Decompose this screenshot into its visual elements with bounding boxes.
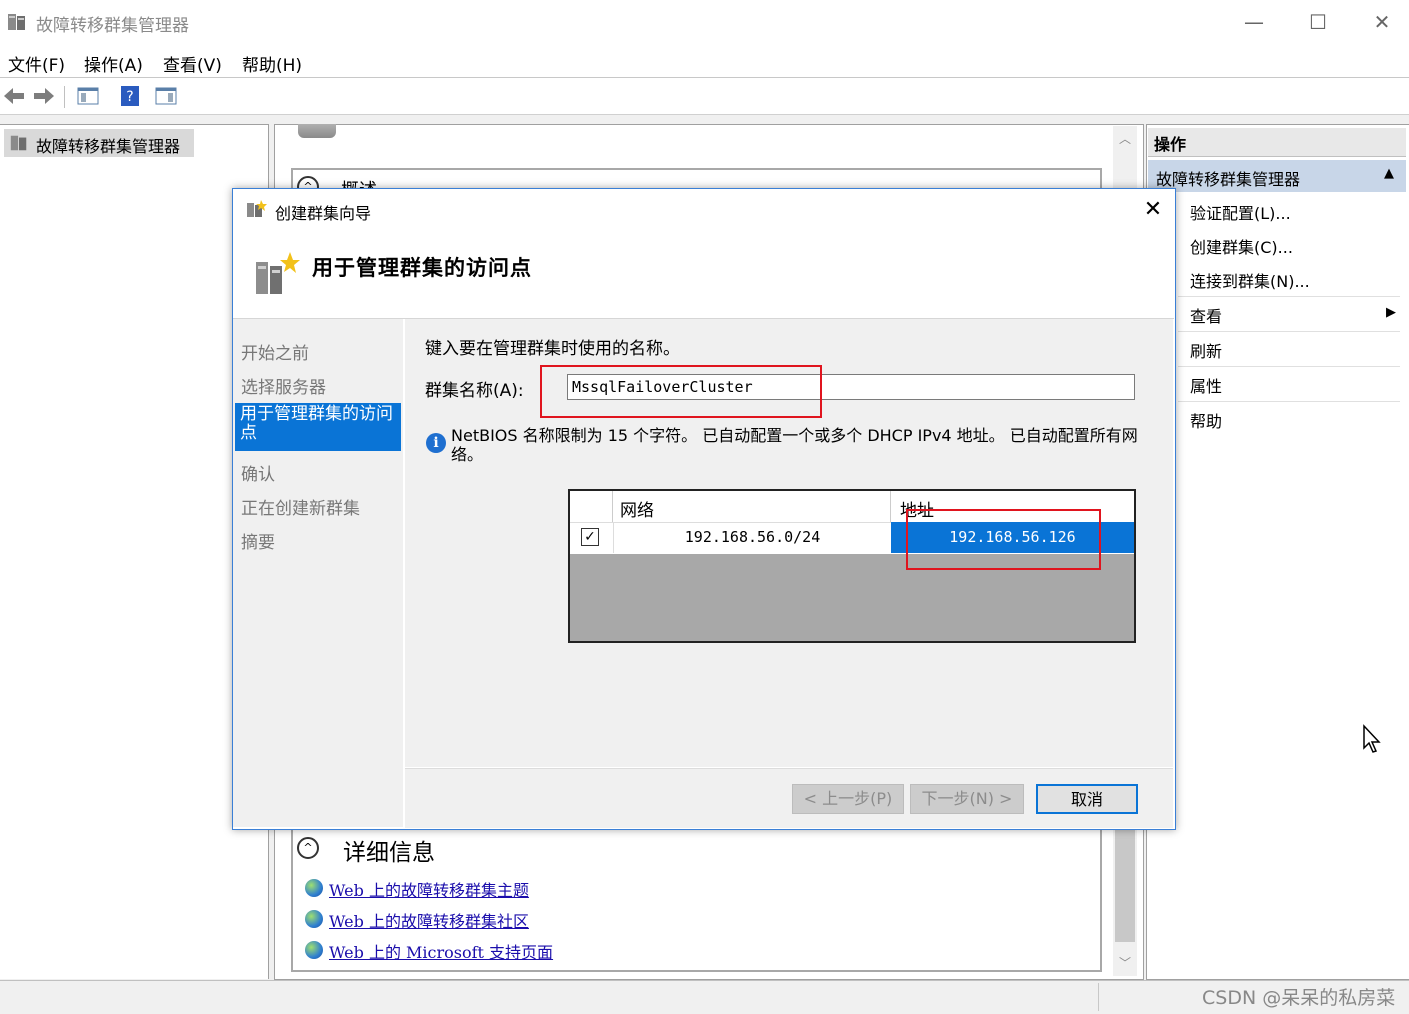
tree-root-node[interactable]: 故障转移群集管理器 bbox=[4, 129, 194, 157]
maximize-button[interactable]: ☐ bbox=[1298, 8, 1338, 36]
info-text: NetBIOS 名称限制为 15 个字符。 已自动配置一个或多个 DHCP IP… bbox=[451, 426, 1138, 464]
action-connect-cluster[interactable]: 连接到群集(N)... bbox=[1190, 268, 1310, 292]
toolbar: ? bbox=[0, 78, 1409, 115]
web-globe-icon bbox=[305, 941, 323, 959]
action-properties[interactable]: 属性 bbox=[1190, 373, 1222, 397]
dialog-close-icon[interactable]: ✕ bbox=[1140, 197, 1166, 223]
collapse-up-icon[interactable]: ▲ bbox=[1384, 166, 1394, 181]
menu-file[interactable]: 文件(F) bbox=[8, 51, 65, 76]
action-create-cluster[interactable]: 创建群集(C)... bbox=[1190, 234, 1293, 258]
menu-help[interactable]: 帮助(H) bbox=[242, 51, 302, 76]
window-title: 故障转移群集管理器 bbox=[36, 16, 189, 36]
action-validate-config[interactable]: 验证配置(L)... bbox=[1190, 200, 1291, 224]
status-divider bbox=[1098, 983, 1099, 1011]
tree-root-label: 故障转移群集管理器 bbox=[36, 137, 181, 156]
submenu-arrow-icon: ▶ bbox=[1386, 305, 1396, 320]
cluster-manager-icon bbox=[10, 135, 27, 151]
step-summary[interactable]: 摘要 bbox=[241, 528, 275, 553]
step-select-servers[interactable]: 选择服务器 bbox=[241, 373, 326, 398]
next-button[interactable]: 下一步(N) > bbox=[910, 784, 1024, 814]
watermark: CSDN @呆呆的私房菜 bbox=[1202, 987, 1396, 1009]
menu-bar: 文件(F) 操作(A) 查看(V) 帮助(H) bbox=[0, 44, 1409, 78]
cluster-name-label: 群集名称(A): bbox=[425, 381, 524, 401]
header-divider bbox=[612, 491, 613, 522]
wizard-icon bbox=[247, 200, 267, 217]
minimize-button[interactable]: — bbox=[1234, 8, 1274, 36]
menu-action[interactable]: 操作(A) bbox=[84, 51, 143, 76]
link-failover-community[interactable]: Web 上的故障转移群集社区 bbox=[329, 908, 529, 932]
tree-pane: 故障转移群集管理器 bbox=[0, 124, 269, 979]
highlight-box-name bbox=[540, 365, 822, 418]
title-bar: 故障转移群集管理器 — ☐ ✕ bbox=[0, 0, 1409, 44]
action-separator bbox=[1178, 296, 1400, 297]
network-cell: 192.168.56.0/24 bbox=[613, 522, 891, 553]
link-failover-topics[interactable]: Web 上的故障转移群集主题 bbox=[329, 877, 529, 901]
action-refresh[interactable]: 刷新 bbox=[1190, 338, 1222, 362]
web-globe-icon bbox=[305, 910, 323, 928]
details-title: 详细信息 bbox=[343, 840, 435, 866]
mouse-pointer-icon bbox=[1363, 724, 1381, 753]
instruction-text: 键入要在管理群集时使用的名称。 bbox=[425, 339, 680, 359]
wizard-heading: 用于管理群集的访问点 bbox=[312, 256, 532, 280]
header-divider bbox=[890, 491, 891, 522]
actions-header-label: 操作 bbox=[1154, 135, 1187, 154]
forward-arrow-icon[interactable] bbox=[32, 84, 56, 108]
step-access-point-label: 用于管理群集的访问点 bbox=[240, 404, 393, 443]
help-icon[interactable]: ? bbox=[118, 84, 142, 108]
show-tree-icon[interactable] bbox=[76, 84, 100, 108]
link-microsoft-support[interactable]: Web 上的 Microsoft 支持页面 bbox=[329, 939, 553, 963]
action-separator bbox=[1178, 331, 1400, 332]
close-button[interactable]: ✕ bbox=[1362, 8, 1402, 36]
scroll-up-icon[interactable]: ︿ bbox=[1119, 130, 1131, 147]
back-arrow-icon[interactable] bbox=[2, 84, 26, 108]
dialog-title: 创建群集向导 bbox=[275, 204, 372, 223]
step-confirmation[interactable]: 确认 bbox=[241, 460, 275, 485]
svg-text:?: ? bbox=[126, 89, 133, 105]
info-icon: i bbox=[426, 433, 446, 453]
action-view[interactable]: 查看 bbox=[1190, 303, 1222, 327]
scroll-down-icon[interactable]: ﹀ bbox=[1119, 954, 1131, 971]
network-checkbox[interactable]: ✓ bbox=[581, 528, 599, 546]
show-action-pane-icon[interactable] bbox=[154, 84, 178, 108]
step-creating-cluster[interactable]: 正在创建新群集 bbox=[241, 494, 360, 519]
scroll-thumb[interactable] bbox=[1115, 830, 1135, 942]
cluster-banner-icon bbox=[298, 124, 336, 138]
web-globe-icon bbox=[305, 879, 323, 897]
action-help[interactable]: 帮助 bbox=[1190, 408, 1222, 432]
action-separator bbox=[1178, 366, 1400, 367]
action-separator bbox=[1178, 401, 1400, 402]
step-before-you-begin[interactable]: 开始之前 bbox=[241, 339, 309, 364]
actions-header: 操作 bbox=[1148, 128, 1406, 157]
actions-section-header[interactable]: 故障转移群集管理器 ▲ bbox=[1148, 160, 1406, 192]
column-network[interactable]: 网络 bbox=[620, 496, 654, 521]
toolbar-separator bbox=[64, 86, 65, 108]
collapse-details-icon[interactable]: ^ bbox=[297, 837, 319, 859]
cancel-button[interactable]: 取消 bbox=[1036, 784, 1138, 814]
menu-view[interactable]: 查看(V) bbox=[163, 51, 222, 76]
actions-section-label: 故障转移群集管理器 bbox=[1156, 170, 1301, 189]
highlight-box-address bbox=[906, 509, 1101, 570]
wizard-large-icon bbox=[256, 252, 300, 294]
back-button[interactable]: < 上一步(P) bbox=[792, 784, 904, 814]
cluster-manager-icon bbox=[8, 14, 25, 30]
status-bar bbox=[0, 980, 1409, 1014]
